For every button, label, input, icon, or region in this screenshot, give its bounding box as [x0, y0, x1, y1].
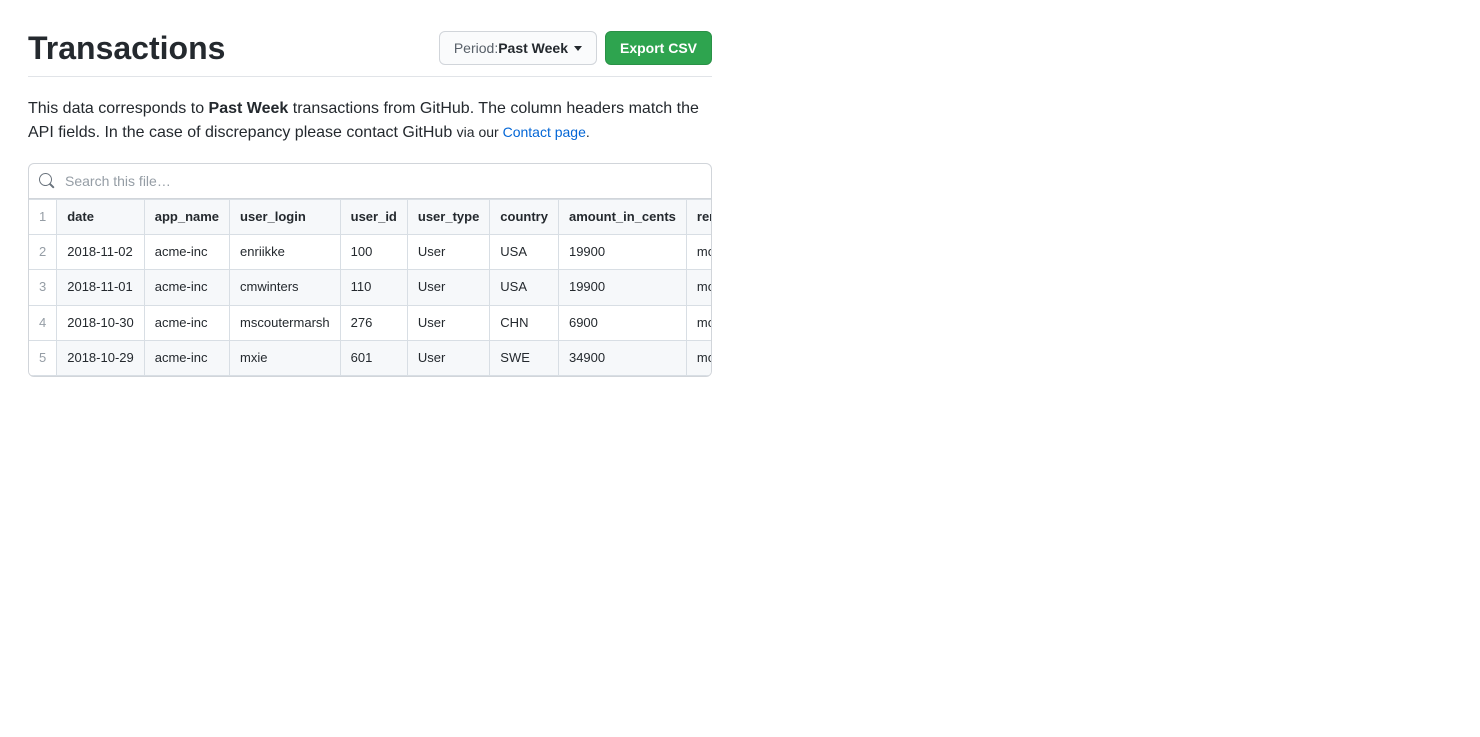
cell-user-id: 100: [340, 235, 407, 270]
cell-country: CHN: [490, 305, 559, 340]
cell-user-login: mscoutermarsh: [230, 305, 341, 340]
search-bar: [29, 164, 711, 199]
cell-user-login: mxie: [230, 340, 341, 375]
table-scroll[interactable]: 1 date app_name user_login user_id user_…: [29, 199, 711, 376]
table-header-row: 1 date app_name user_login user_id user_…: [29, 200, 711, 235]
cell-date: 2018-11-01: [57, 270, 145, 305]
cell-user-login: cmwinters: [230, 270, 341, 305]
desc-period: Past Week: [209, 100, 289, 117]
row-lineno: 2: [29, 235, 57, 270]
desc-end: .: [586, 124, 590, 140]
cell-app-name: acme-inc: [144, 235, 229, 270]
cell-renewal: monthly: [686, 235, 711, 270]
cell-renewal: monthly: [686, 270, 711, 305]
cell-user-login: enriikke: [230, 235, 341, 270]
search-input[interactable]: [63, 172, 701, 190]
contact-page-link[interactable]: Contact page: [503, 124, 586, 140]
period-dropdown[interactable]: Period: Past Week: [439, 31, 597, 65]
col-amount-in-cents: amount_in_cents: [558, 200, 686, 235]
table-row: 5 2018-10-29 acme-inc mxie 601 User SWE …: [29, 340, 711, 375]
cell-amount: 19900: [558, 235, 686, 270]
cell-app-name: acme-inc: [144, 305, 229, 340]
transactions-table: 1 date app_name user_login user_id user_…: [29, 199, 711, 376]
cell-country: USA: [490, 235, 559, 270]
header-lineno: 1: [29, 200, 57, 235]
col-app-name: app_name: [144, 200, 229, 235]
export-csv-button[interactable]: Export CSV: [605, 31, 712, 65]
cell-user-type: User: [407, 340, 489, 375]
col-date: date: [57, 200, 145, 235]
period-value: Past Week: [498, 38, 568, 58]
cell-user-type: User: [407, 305, 489, 340]
cell-user-type: User: [407, 270, 489, 305]
cell-app-name: acme-inc: [144, 270, 229, 305]
desc-via: via our: [457, 124, 503, 140]
table-row: 3 2018-11-01 acme-inc cmwinters 110 User…: [29, 270, 711, 305]
cell-amount: 34900: [558, 340, 686, 375]
search-icon: [39, 173, 55, 189]
cell-renewal: monthly: [686, 340, 711, 375]
cell-country: USA: [490, 270, 559, 305]
description-text: This data corresponds to Past Week trans…: [28, 97, 712, 145]
cell-amount: 6900: [558, 305, 686, 340]
row-lineno: 3: [29, 270, 57, 305]
table-row: 2 2018-11-02 acme-inc enriikke 100 User …: [29, 235, 711, 270]
cell-date: 2018-10-29: [57, 340, 145, 375]
export-csv-label: Export CSV: [620, 38, 697, 58]
chevron-down-icon: [574, 46, 582, 51]
cell-app-name: acme-inc: [144, 340, 229, 375]
col-renewal-freq: renewal_freque: [686, 200, 711, 235]
cell-date: 2018-10-30: [57, 305, 145, 340]
file-viewer: 1 date app_name user_login user_id user_…: [28, 163, 712, 377]
col-user-login: user_login: [230, 200, 341, 235]
cell-date: 2018-11-02: [57, 235, 145, 270]
col-user-type: user_type: [407, 200, 489, 235]
col-user-id: user_id: [340, 200, 407, 235]
cell-user-id: 601: [340, 340, 407, 375]
header-actions: Period: Past Week Export CSV: [439, 31, 712, 65]
page-header: Transactions Period: Past Week Export CS…: [28, 28, 712, 77]
row-lineno: 5: [29, 340, 57, 375]
row-lineno: 4: [29, 305, 57, 340]
col-country: country: [490, 200, 559, 235]
cell-amount: 19900: [558, 270, 686, 305]
desc-pre: This data corresponds to: [28, 100, 209, 117]
cell-user-id: 110: [340, 270, 407, 305]
period-prefix: Period:: [454, 38, 498, 58]
cell-user-id: 276: [340, 305, 407, 340]
cell-country: SWE: [490, 340, 559, 375]
page-title: Transactions: [28, 28, 225, 68]
cell-user-type: User: [407, 235, 489, 270]
table-row: 4 2018-10-30 acme-inc mscoutermarsh 276 …: [29, 305, 711, 340]
cell-renewal: monthly: [686, 305, 711, 340]
